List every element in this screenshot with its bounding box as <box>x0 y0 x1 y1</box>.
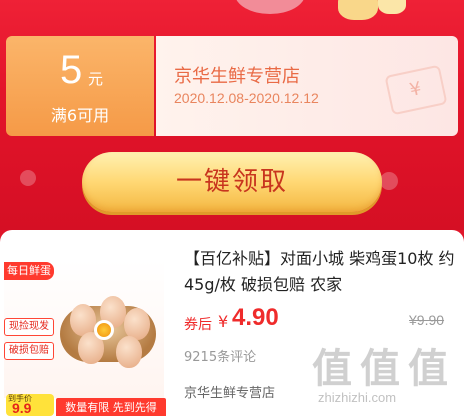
product-image[interactable]: 每日鲜蛋 现捡现发 破损包赔 到手价 9.9 数量有限 先到先得 <box>4 260 166 416</box>
price-label: 券后 <box>184 317 212 333</box>
site-watermark: 值 值 值 zhizhizhi.com <box>312 336 462 414</box>
limited-stock-banner: 数量有限 先到先得 <box>56 398 166 416</box>
product-tag: 破损包赔 <box>4 342 54 360</box>
product-title[interactable]: 【百亿补贴】对面小城 柴鸡蛋10枚 约45g/枚 破损包赔 农家 <box>184 246 460 298</box>
coupon-info-section: 京华生鲜专营店 2020.12.08-2020.12.12 ¥ <box>156 36 458 136</box>
image-price-badge: 到手价 9.9 <box>6 394 54 416</box>
original-price: ¥9.90 <box>409 312 445 328</box>
coupon-value-section: 5 元 满6可用 <box>6 36 154 136</box>
product-shop-name[interactable]: 京华生鲜专营店 <box>184 382 275 401</box>
price-value: 4.90 <box>232 304 279 331</box>
watermark-glyph: 值 <box>408 346 448 392</box>
price-currency: ¥ <box>218 312 229 331</box>
watermark-domain: zhizhizhi.com <box>318 390 397 405</box>
decoration-coin <box>338 0 378 20</box>
decoration-coin <box>378 0 406 14</box>
watermark-glyph: 值 <box>312 346 352 392</box>
coupon-shop-name: 京华生鲜专营店 <box>174 66 300 87</box>
coupon-unit: 元 <box>88 70 104 88</box>
egg-yolk-image <box>94 320 114 340</box>
product-tag: 现捡现发 <box>4 318 54 336</box>
coupon-card[interactable]: 5 元 满6可用 京华生鲜专营店 2020.12.08-2020.12.12 ¥ <box>6 36 458 136</box>
watermark-glyph: 值 <box>360 346 400 392</box>
rmb-symbol: ¥ <box>407 78 424 102</box>
claim-button-label: 一键领取 <box>175 167 288 197</box>
product-badge: 每日鲜蛋 <box>4 262 54 280</box>
image-price-value: 9.9 <box>12 400 32 416</box>
decoration-gift <box>235 0 305 14</box>
egg-image <box>116 336 142 368</box>
coupon-amount: 5 <box>60 48 83 92</box>
review-count[interactable]: 9215条评论 <box>184 346 256 365</box>
coupon-valid-dates: 2020.12.08-2020.12.12 <box>174 90 319 106</box>
coupon-rmb-icon: ¥ <box>384 64 448 116</box>
claim-coupon-button[interactable]: 一键领取 <box>82 152 382 212</box>
decoration-dot <box>380 172 398 190</box>
decoration-dot <box>20 170 36 186</box>
coupon-condition: 满6可用 <box>50 106 110 125</box>
